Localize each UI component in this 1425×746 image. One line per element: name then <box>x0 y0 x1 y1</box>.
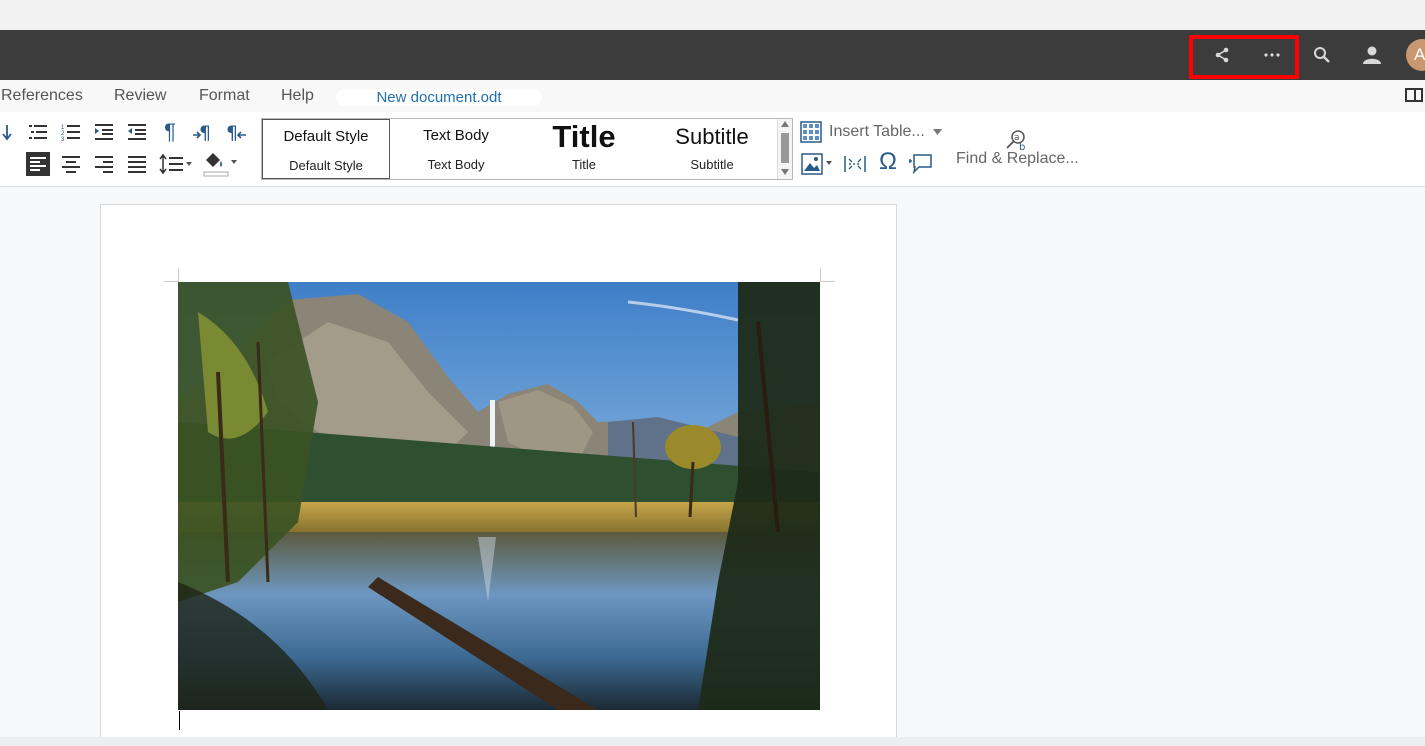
corner-mark <box>178 268 179 282</box>
style-text-body-label: Text Body <box>427 157 485 172</box>
insert-comment-icon[interactable] <box>908 152 934 176</box>
scroll-down-icon[interactable] <box>781 169 789 175</box>
browser-top-strip <box>0 0 1425 30</box>
increase-indent-icon[interactable] <box>91 120 117 144</box>
numbered-list-icon[interactable]: 123 <box>58 120 84 144</box>
style-text-body[interactable]: Text Body Text Body <box>392 119 520 179</box>
style-subtitle[interactable]: Subtitle Subtitle <box>648 119 776 179</box>
paragraph-styles-gallery: Default Style Default Style Text Body Te… <box>261 118 793 180</box>
decrease-indent-icon[interactable] <box>124 120 150 144</box>
insert-field-icon[interactable] <box>842 152 868 176</box>
svg-text:¶: ¶ <box>199 122 211 142</box>
svg-text:¶: ¶ <box>226 122 238 142</box>
chevron-down-icon <box>932 129 942 135</box>
align-center-icon[interactable] <box>58 152 84 176</box>
menu-format[interactable]: Format <box>199 87 250 105</box>
insert-table-button[interactable]: Insert Table... <box>800 121 942 143</box>
bullet-list-icon[interactable] <box>25 120 51 144</box>
find-replace-icon[interactable]: ab <box>1004 127 1034 153</box>
line-spacing-icon[interactable] <box>158 152 194 176</box>
menu-help[interactable]: Help <box>281 87 314 105</box>
text-cursor <box>179 711 180 730</box>
style-title-preview: Title <box>552 119 616 154</box>
style-default-label: Default Style <box>289 158 363 173</box>
user-icon[interactable] <box>1356 39 1388 71</box>
style-default[interactable]: Default Style Default Style <box>262 119 390 179</box>
insert-image-icon[interactable] <box>800 152 836 176</box>
style-text-body-preview: Text Body <box>423 127 489 144</box>
special-character-icon[interactable]: Ω <box>875 148 901 175</box>
menu-bar: References Review Format Help <box>0 80 1425 112</box>
svg-text:3: 3 <box>61 137 65 141</box>
document-title[interactable]: New document.odt <box>336 89 542 106</box>
align-left-icon[interactable] <box>25 152 51 176</box>
scroll-up-icon[interactable] <box>781 121 789 127</box>
styles-scrollbar[interactable] <box>777 119 792 179</box>
style-default-preview: Default Style <box>283 128 369 145</box>
corner-mark <box>164 281 178 282</box>
styles-scroll-thumb[interactable] <box>781 133 789 163</box>
landscape-image[interactable] <box>178 282 820 710</box>
paragraph-background-icon[interactable] <box>201 150 241 178</box>
bottom-strip <box>0 737 1425 746</box>
highlight-box <box>1189 35 1299 79</box>
menu-references[interactable]: References <box>1 87 83 105</box>
formatting-marks-icon[interactable]: ¶ <box>157 119 183 144</box>
find-replace-label[interactable]: Find & Replace... <box>956 150 1079 168</box>
align-right-icon[interactable] <box>91 152 117 176</box>
corner-mark <box>820 268 821 282</box>
style-subtitle-preview: Subtitle <box>675 124 749 149</box>
menu-review[interactable]: Review <box>114 87 166 105</box>
ltr-paragraph-icon[interactable]: ¶ <box>190 120 216 144</box>
justify-icon[interactable] <box>124 152 150 176</box>
style-title[interactable]: Title Title <box>520 119 648 179</box>
style-title-label: Title <box>571 157 597 172</box>
rtl-paragraph-icon[interactable]: ¶ <box>223 120 249 144</box>
search-icon[interactable] <box>1306 39 1338 71</box>
style-subtitle-label: Subtitle <box>690 157 734 172</box>
sidebar-toggle-icon[interactable] <box>1405 88 1423 102</box>
corner-mark <box>821 281 835 282</box>
sort-icon[interactable] <box>0 120 20 144</box>
insert-table-label: Insert Table... <box>829 123 925 140</box>
table-icon <box>800 121 822 143</box>
